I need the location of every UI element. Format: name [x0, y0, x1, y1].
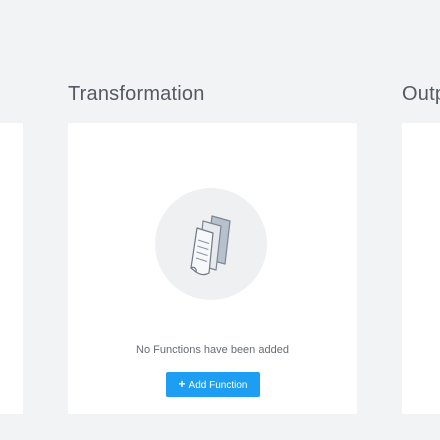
empty-state-illustration: [155, 188, 267, 300]
input-panel: [0, 123, 23, 414]
add-function-label: Add Function: [188, 380, 248, 391]
output-panel: [402, 123, 440, 414]
add-function-button[interactable]: + Add Function: [166, 372, 260, 397]
output-title: Outp: [402, 83, 440, 105]
plus-icon: +: [178, 377, 186, 391]
transformation-panel: No Functions have been added + Add Functi…: [68, 123, 357, 414]
empty-state-message: No Functions have been added: [136, 344, 289, 356]
documents-icon: [190, 215, 231, 276]
transformation-title: Transformation: [68, 83, 205, 105]
